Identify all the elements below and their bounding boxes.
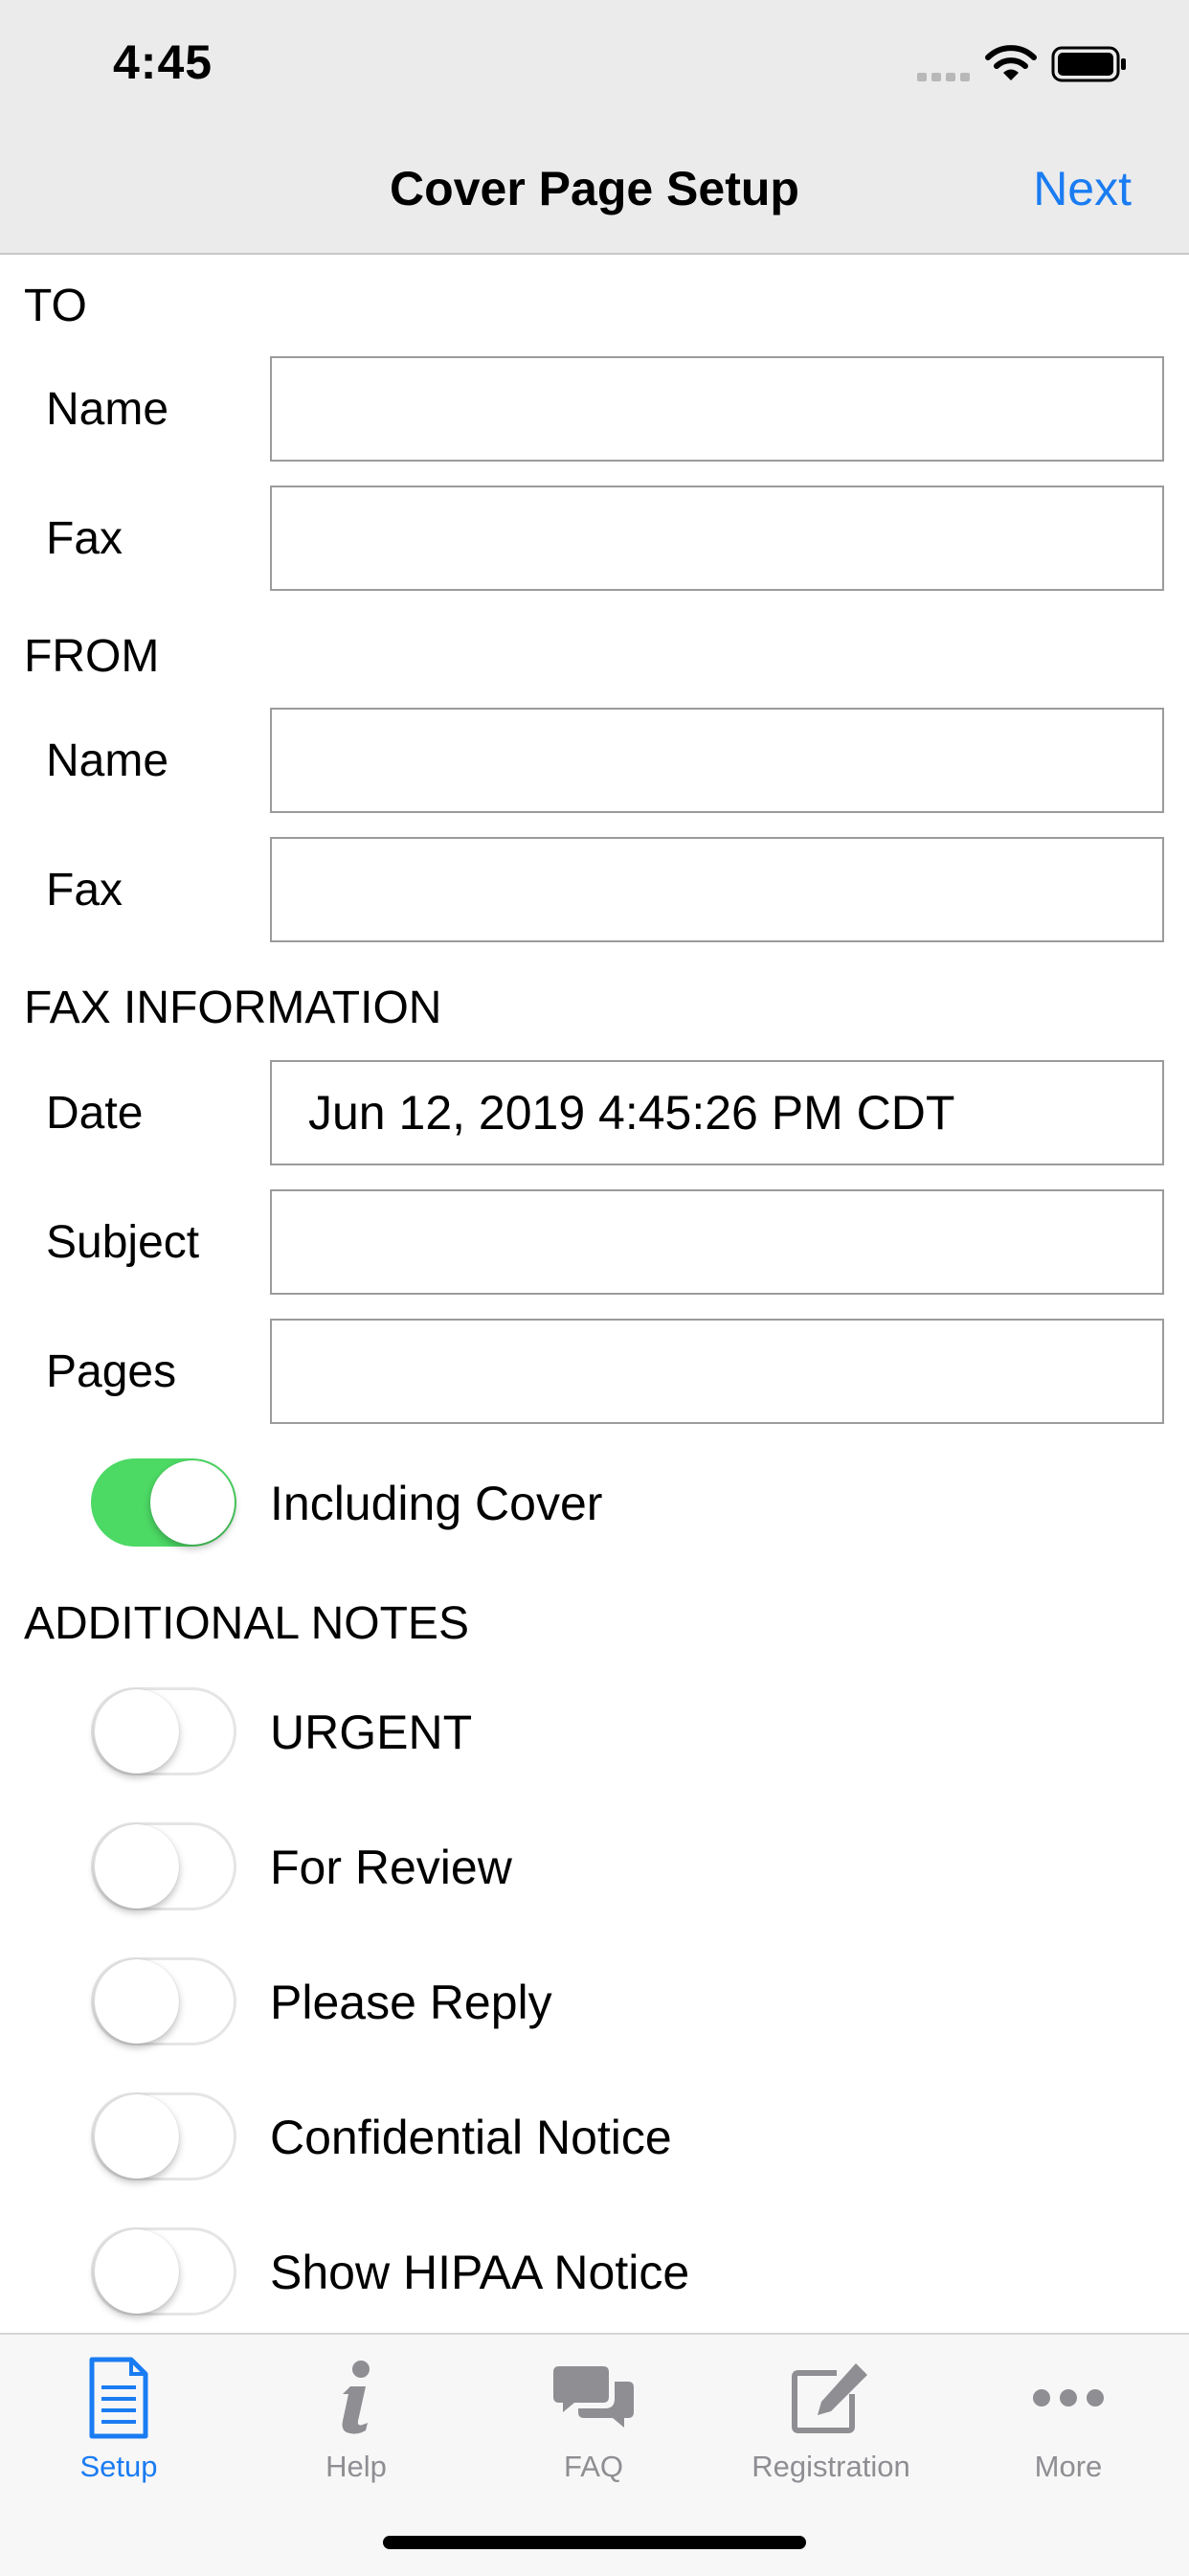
tab-help[interactable]: Help [237, 2354, 475, 2484]
status-time: 4:45 [113, 35, 213, 89]
tab-label: Registration [752, 2450, 910, 2483]
show-hipaa-notice-toggle[interactable] [91, 2227, 236, 2316]
urgent-toggle[interactable] [91, 1687, 236, 1775]
date-input[interactable]: Jun 12, 2019 4:45:26 PM CDT [270, 1060, 1164, 1165]
toggle-knob [95, 1689, 179, 1774]
for-review-toggle[interactable] [91, 1822, 236, 1910]
toggle-knob [95, 1824, 179, 1909]
section-header-from: FROM [24, 631, 160, 682]
wifi-icon [985, 45, 1037, 80]
to-name-label: Name [46, 384, 169, 435]
home-indicator [383, 2536, 806, 2549]
toggle-knob [95, 1959, 179, 2044]
cellular-signal-icon [917, 73, 970, 81]
ellipsis-icon [1033, 2389, 1104, 2407]
pages-input[interactable] [270, 1319, 1164, 1424]
section-header-additional-notes: ADDITIONAL NOTES [24, 1598, 469, 1649]
section-header-fax-information: FAX INFORMATION [24, 983, 442, 1033]
show-hipaa-notice-label: Show HIPAA Notice [270, 2246, 690, 2299]
subject-input[interactable] [270, 1189, 1164, 1295]
chat-bubbles-icon [553, 2366, 634, 2428]
tab-faq[interactable]: FAQ [475, 2354, 712, 2484]
from-fax-input[interactable] [270, 837, 1164, 942]
please-reply-label: Please Reply [270, 1976, 552, 2029]
edit-icon [792, 2363, 867, 2433]
toggle-knob [95, 2094, 179, 2179]
navigation-bar: Cover Page Setup Next [0, 134, 1189, 255]
from-fax-label: Fax [46, 865, 123, 915]
tab-more[interactable]: More [950, 2354, 1187, 2484]
for-review-label: For Review [270, 1841, 512, 1894]
including-cover-label: Including Cover [270, 1477, 603, 1530]
next-button[interactable]: Next [1033, 161, 1132, 216]
from-name-label: Name [46, 735, 169, 786]
to-fax-input[interactable] [270, 486, 1164, 591]
from-name-input[interactable] [270, 708, 1164, 813]
page-title: Cover Page Setup [390, 162, 799, 215]
tab-registration[interactable]: Registration [712, 2354, 950, 2484]
urgent-label: URGENT [270, 1706, 473, 1759]
tab-setup[interactable]: Setup [0, 2354, 237, 2484]
toggle-knob [150, 1460, 235, 1545]
confidential-notice-label: Confidential Notice [270, 2111, 672, 2164]
pages-label: Pages [46, 1346, 177, 1397]
document-icon [89, 2357, 148, 2439]
including-cover-toggle[interactable] [91, 1458, 236, 1547]
status-bar: 4:45 [0, 0, 1189, 134]
info-icon [342, 2361, 370, 2434]
confidential-notice-toggle[interactable] [91, 2092, 236, 2181]
section-header-to: TO [24, 281, 87, 331]
to-name-input[interactable] [270, 356, 1164, 462]
to-fax-label: Fax [46, 513, 123, 564]
please-reply-toggle[interactable] [91, 1957, 236, 2045]
tab-label: More [1034, 2450, 1103, 2483]
tab-label: FAQ [563, 2450, 623, 2483]
date-label: Date [46, 1088, 144, 1139]
subject-label: Subject [46, 1217, 200, 1268]
tab-label: Setup [79, 2450, 158, 2483]
toggle-knob [95, 2229, 179, 2314]
battery-icon [1051, 46, 1126, 82]
tab-label: Help [325, 2450, 387, 2483]
